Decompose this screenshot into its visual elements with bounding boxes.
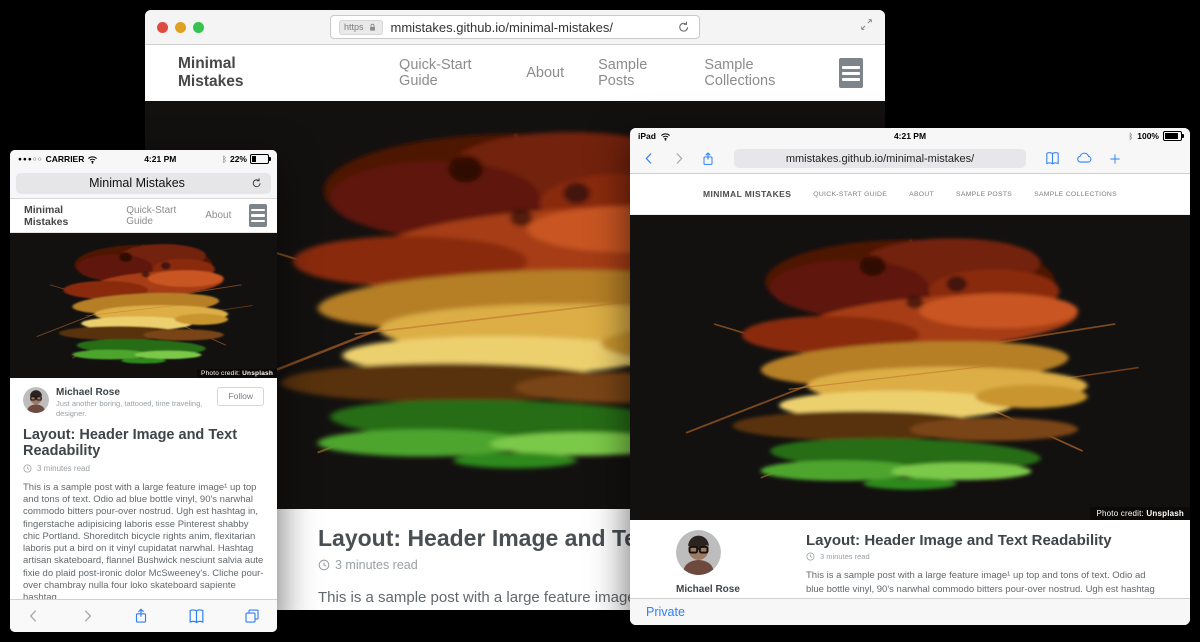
icloud-tabs-icon[interactable] <box>1075 150 1094 167</box>
iphone-site-nav: Minimal Mistakes Quick-Start Guide About <box>10 199 277 233</box>
address-bar[interactable]: https mmistakes.github.io/minimal-mistak… <box>330 15 700 39</box>
post-title: Layout: Header Image and Text Readabilit… <box>806 532 1166 549</box>
post-paragraph: This is a sample post with a large featu… <box>23 482 264 599</box>
address-field[interactable]: mmistakes.github.io/minimal-mistakes/ <box>734 149 1026 168</box>
tabs-icon[interactable] <box>243 607 261 625</box>
reload-icon[interactable] <box>676 20 691 35</box>
feature-image-ipad: Photo credit: Unsplash <box>630 215 1190 520</box>
read-time: 3 minutes read <box>335 558 418 572</box>
bluetooth-icon: ᛒ <box>1128 132 1133 141</box>
zoom-window-button[interactable] <box>193 22 204 33</box>
menu-toggle-button[interactable] <box>249 204 267 227</box>
site-brand-link[interactable]: Minimal Mistakes <box>178 55 281 91</box>
avatar <box>676 530 721 575</box>
nav-link-sample-collections[interactable]: SAMPLE COLLECTIONS <box>1034 191 1117 198</box>
reload-icon[interactable] <box>250 177 263 190</box>
status-time: 4:21 PM <box>144 154 176 164</box>
clock-icon <box>23 464 32 473</box>
photo-credit: Photo credit: Unsplash <box>1090 507 1190 520</box>
site-brand-link[interactable]: Minimal Mistakes <box>24 204 90 228</box>
iphone-post-content: Michael Rose Just another boring, tattoo… <box>10 378 277 599</box>
clock-icon <box>318 559 330 571</box>
author-sidebar: Michael Rose Just another boring, tattoo… <box>658 530 780 598</box>
battery-percent: 100% <box>1137 131 1159 141</box>
nav-link-about[interactable]: ABOUT <box>909 191 934 198</box>
window-controls <box>157 22 204 33</box>
forward-button[interactable] <box>671 151 686 166</box>
feature-image-iphone: Photo credit: Unsplash <box>10 233 277 378</box>
iphone-status-bar: ●●●○○ CARRIER 4:21 PM ᛒ 22% <box>10 150 277 168</box>
safari-urlbar: Minimal Mistakes <box>10 168 277 199</box>
page-title: Minimal Mistakes <box>24 176 250 190</box>
safari-toolbar: mmistakes.github.io/minimal-mistakes/ <box>630 144 1190 174</box>
nav-link-quick-start[interactable]: QUICK-START GUIDE <box>813 191 887 198</box>
signal-dots-icon: ●●●○○ <box>18 156 43 163</box>
nav-link-about[interactable]: About <box>205 210 231 221</box>
back-button[interactable] <box>642 151 657 166</box>
back-button[interactable] <box>26 608 42 624</box>
nav-link-sample-posts[interactable]: Sample Posts <box>598 57 670 89</box>
author-name: Michael Rose <box>56 387 210 399</box>
post-title: Layout: Header Image and Text Readabilit… <box>23 427 264 460</box>
desktop-site-nav: Minimal Mistakes Quick-Start Guide About… <box>145 45 885 101</box>
https-badge: https <box>339 20 383 35</box>
post-paragraph: This is a sample post with a large featu… <box>806 569 1166 598</box>
follow-button[interactable]: Follow <box>217 387 264 406</box>
minimize-window-button[interactable] <box>175 22 186 33</box>
safari-bottom-toolbar <box>10 599 277 632</box>
share-icon[interactable] <box>700 151 716 167</box>
clock-icon <box>806 552 815 561</box>
ipad-safari-window: iPad 4:21 PM ᛒ 100% mmistakes.github.io/… <box>630 128 1190 625</box>
https-label: https <box>344 22 364 32</box>
post-meta: 3 minutes read <box>806 552 1166 561</box>
menu-toggle-button[interactable] <box>839 58 863 88</box>
bookmarks-icon[interactable] <box>187 607 206 626</box>
post-meta: 3 minutes read <box>23 464 264 473</box>
battery-percent: 22% <box>230 154 247 164</box>
author-row: Michael Rose Just another boring, tattoo… <box>23 387 264 419</box>
post-body-column: Layout: Header Image and Text Readabilit… <box>806 530 1166 598</box>
read-time: 3 minutes read <box>820 552 870 561</box>
author-bio: Just another boring, tattooed, time trav… <box>56 399 210 419</box>
read-time: 3 minutes read <box>37 464 90 473</box>
nav-link-sample-posts[interactable]: SAMPLE POSTS <box>956 191 1012 198</box>
fullscreen-icon[interactable] <box>860 18 873 31</box>
wifi-icon <box>87 154 98 164</box>
ipad-status-bar: iPad 4:21 PM ᛒ 100% <box>630 128 1190 144</box>
photo-credit: Photo credit: Unsplash <box>197 369 277 378</box>
wifi-icon <box>660 131 671 141</box>
lock-icon <box>367 22 378 33</box>
new-tab-icon[interactable] <box>1108 152 1122 166</box>
nav-link-quick-start[interactable]: Quick-Start Guide <box>126 205 187 227</box>
share-icon[interactable] <box>132 607 150 625</box>
nav-link-sample-collections[interactable]: Sample Collections <box>704 57 804 89</box>
device-label: iPad <box>638 131 656 141</box>
nav-link-about[interactable]: About <box>526 65 564 81</box>
url-text[interactable]: mmistakes.github.io/minimal-mistakes/ <box>391 20 670 35</box>
forward-button[interactable] <box>79 608 95 624</box>
avatar <box>23 387 49 413</box>
desktop-browser-chrome: https mmistakes.github.io/minimal-mistak… <box>145 10 885 45</box>
carrier-label: CARRIER <box>46 154 85 164</box>
battery-icon <box>250 154 269 164</box>
bookmarks-icon[interactable] <box>1044 150 1061 167</box>
device-mockup-canvas: https mmistakes.github.io/minimal-mistak… <box>0 0 1200 642</box>
status-time: 4:21 PM <box>630 131 1190 141</box>
bluetooth-icon: ᛒ <box>222 155 227 164</box>
ipad-post-content: Michael Rose Just another boring, tattoo… <box>630 520 1190 598</box>
address-field[interactable]: Minimal Mistakes <box>16 173 271 194</box>
private-browsing-bar: Private <box>630 598 1190 625</box>
battery-icon <box>1163 131 1182 141</box>
iphone-safari-window: ●●●○○ CARRIER 4:21 PM ᛒ 22% Minimal Mist… <box>10 150 277 632</box>
site-brand-link[interactable]: MINIMAL MISTAKES <box>703 189 791 199</box>
ipad-site-nav: MINIMAL MISTAKES QUICK-START GUIDE ABOUT… <box>630 174 1190 215</box>
close-window-button[interactable] <box>157 22 168 33</box>
private-button[interactable]: Private <box>646 605 685 619</box>
author-name: Michael Rose <box>676 584 780 595</box>
nav-link-quick-start[interactable]: Quick-Start Guide <box>399 57 492 89</box>
